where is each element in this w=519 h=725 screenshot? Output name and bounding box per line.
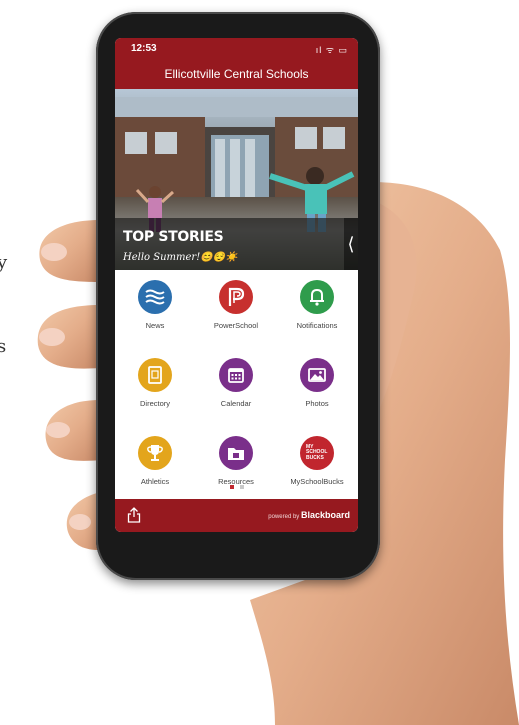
- status-icons: ıl ᯤ ▭: [315, 45, 348, 55]
- page-indicator[interactable]: [115, 485, 358, 489]
- carousel-prev-button[interactable]: ⟨: [344, 218, 358, 270]
- calendar-icon: [219, 358, 253, 392]
- tile-calendar[interactable]: Calendar: [196, 358, 276, 408]
- tile-label: News: [145, 321, 165, 330]
- powerschool-icon: [219, 280, 253, 314]
- top-stories-heading: TOP STORIES: [123, 229, 224, 245]
- tile-label: PowerSchool: [213, 321, 259, 330]
- tile-news[interactable]: News: [115, 280, 195, 330]
- tile-resources[interactable]: Resources: [196, 436, 276, 486]
- trophy-icon: [138, 436, 172, 470]
- app-tile-grid: News PowerSchool Notifications Directory Cal…: [115, 270, 358, 499]
- tile-directory[interactable]: Directory: [115, 358, 195, 408]
- myschoolbucks-logo: MY SCHOOL BUCKS: [300, 436, 334, 470]
- share-icon[interactable]: [127, 507, 141, 523]
- tile-myschoolbucks[interactable]: MY SCHOOL BUCKS MySchoolBucks: [277, 436, 357, 486]
- page-dot[interactable]: [229, 485, 234, 489]
- tile-photos[interactable]: Photos: [277, 358, 357, 408]
- app-title: Ellicottville Central Schools: [164, 67, 309, 81]
- tile-label: Notifications: [296, 321, 338, 330]
- bell-icon: [300, 280, 334, 314]
- myschoolbucks-logo-text: MY SCHOOL BUCKS: [306, 443, 328, 461]
- tile-notifications[interactable]: Notifications: [277, 280, 357, 330]
- blackboard-logo: Blackboard: [300, 510, 350, 520]
- photos-icon: [300, 358, 334, 392]
- waves-icon: [138, 280, 172, 314]
- app-header: 12:53 ıl ᯤ ▭ Ellicottville Central Schoo…: [115, 38, 358, 89]
- directory-book-icon: [138, 358, 172, 392]
- app-screen: 12:53 ıl ᯤ ▭ Ellicottville Central Schoo…: [115, 38, 358, 532]
- app-footer: powered by Blackboard: [115, 499, 358, 532]
- tile-label: Calendar: [220, 399, 252, 408]
- tile-powerschool[interactable]: PowerSchool: [196, 280, 276, 330]
- page-dot[interactable]: [239, 485, 244, 489]
- top-stories-carousel[interactable]: TOP STORIES Hello Summer!😊😌☀️ ⟨: [115, 89, 358, 270]
- folder-icon: [219, 436, 253, 470]
- status-time: 12:53: [131, 43, 157, 54]
- tile-athletics[interactable]: Athletics: [115, 436, 195, 486]
- story-caption[interactable]: Hello Summer!😊😌☀️: [123, 252, 238, 263]
- tile-label: Directory: [139, 399, 170, 408]
- powered-by-label: powered by: [268, 514, 301, 520]
- tile-label: Photos: [305, 399, 329, 408]
- powered-by-blackboard[interactable]: powered by Blackboard: [268, 510, 350, 520]
